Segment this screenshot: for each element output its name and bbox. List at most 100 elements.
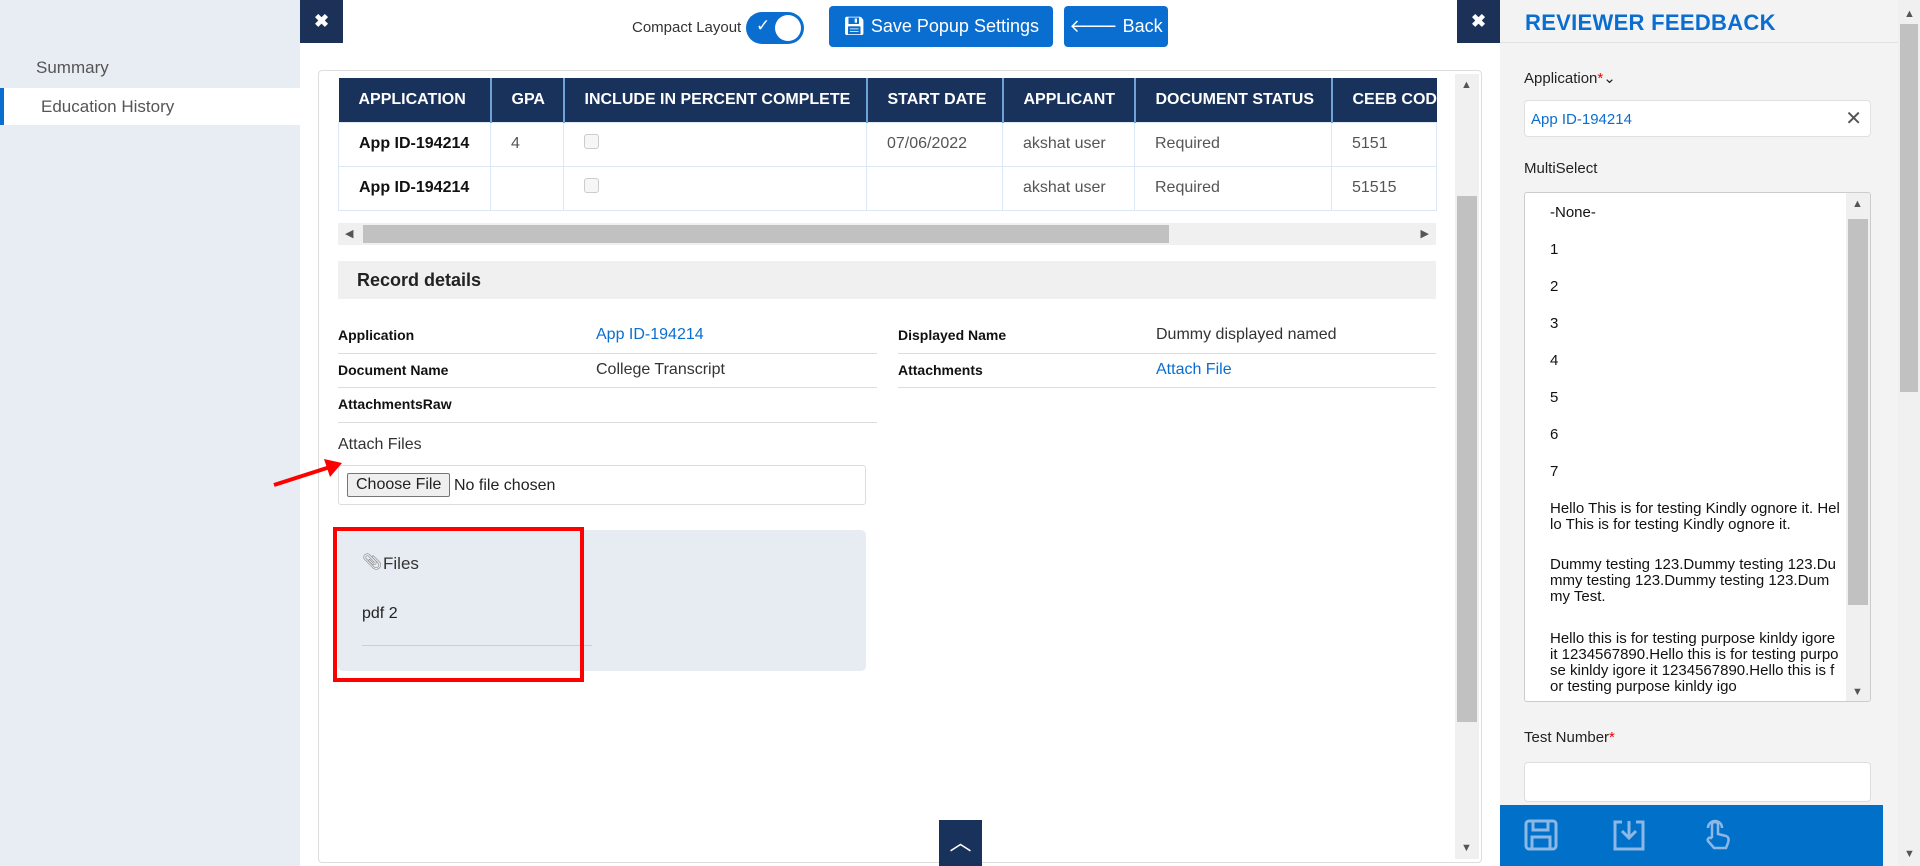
save-label: Save Popup Settings xyxy=(870,16,1039,36)
cell-status: Required xyxy=(1134,165,1332,211)
application-lookup-value: App ID-194214 xyxy=(1531,111,1632,128)
card-vertical-scrollbar[interactable]: ▲ ▼ xyxy=(1455,74,1479,859)
option[interactable]: Hello this is for testing purpose kinldy… xyxy=(1550,631,1840,695)
save-popup-settings-button[interactable]: 💾︎ Save Popup Settings xyxy=(829,6,1053,47)
option[interactable]: Hello This is for testing Kindly ognore … xyxy=(1550,501,1840,533)
panel-title: REVIEWER FEEDBACK xyxy=(1525,10,1776,35)
multiselect-label: MultiSelect xyxy=(1524,160,1598,177)
label-text: Test Number xyxy=(1524,729,1610,746)
document-name-label: Document Name xyxy=(338,362,449,378)
save-icon[interactable] xyxy=(1524,819,1558,851)
cell-gpa: 4 xyxy=(490,121,564,167)
test-number-label: Test Number* xyxy=(1524,729,1615,746)
close-right-button[interactable]: ✖ xyxy=(1457,0,1500,43)
choose-file-button[interactable]: Choose File xyxy=(347,473,451,497)
table-row[interactable]: App ID-194214 4 07/06/2022 akshat user R… xyxy=(338,121,1437,167)
option[interactable]: Dummy testing 123.Dummy testing 123.Dumm… xyxy=(1550,557,1840,605)
col-ceeb-code[interactable]: CEEB CODE xyxy=(1331,78,1437,122)
scroll-down-icon[interactable]: ▼ xyxy=(1852,686,1863,698)
col-application[interactable]: APPLICATION xyxy=(338,78,492,122)
displayed-name-label: Displayed Name xyxy=(898,327,1007,343)
scroll-left-icon[interactable]: ◀ xyxy=(345,227,353,240)
cell-application: App ID-194214 xyxy=(338,121,491,167)
scroll-thumb[interactable] xyxy=(1848,219,1868,605)
application-link[interactable]: App ID-194214 xyxy=(596,326,704,344)
cell-include xyxy=(563,165,867,211)
cell-applicant: akshat user xyxy=(1002,121,1135,167)
scroll-up-icon[interactable]: ▲ xyxy=(1852,198,1863,210)
attachments-label: Attachments xyxy=(898,362,983,378)
multiselect-list[interactable]: -None- 1 2 3 4 5 6 7 Hello This is for t… xyxy=(1524,192,1871,702)
displayed-name-value: Dummy displayed named xyxy=(1156,326,1337,343)
col-start-date[interactable]: START DATE xyxy=(866,78,1004,122)
cell-include xyxy=(563,121,867,167)
reviewer-feedback-panel: REVIEWER FEEDBACK Application*⌄ App ID-1… xyxy=(1500,0,1898,866)
table-row[interactable]: App ID-194214 akshat user Required 51515 xyxy=(338,165,1437,211)
col-document-status[interactable]: DOCUMENT STATUS xyxy=(1134,78,1333,122)
col-applicant[interactable]: APPLICANT xyxy=(1002,78,1136,122)
cell-ceeb: 51515 xyxy=(1331,165,1437,211)
label-text: Application xyxy=(1524,70,1598,87)
highlight-box-annotation xyxy=(333,527,584,682)
col-include[interactable]: INCLUDE IN PERCENT COMPLETE xyxy=(563,78,868,122)
sidebar-item-summary[interactable]: Summary xyxy=(0,49,300,86)
scroll-up-icon[interactable]: ▲ xyxy=(1461,79,1472,91)
attach-file-link[interactable]: Attach File xyxy=(1156,361,1232,379)
option[interactable]: 2 xyxy=(1550,279,1850,295)
chevron-down-icon: ⌄ xyxy=(1603,70,1616,87)
no-file-text: No file chosen xyxy=(454,477,556,494)
compact-layout-label: Compact Layout xyxy=(632,19,742,36)
test-number-input[interactable] xyxy=(1524,762,1871,802)
scroll-down-icon[interactable]: ▼ xyxy=(1461,842,1472,854)
scroll-thumb[interactable] xyxy=(363,225,1169,243)
scroll-up-icon[interactable]: ▲ xyxy=(1904,8,1915,20)
scroll-thumb[interactable] xyxy=(1457,196,1477,722)
attach-files-label: Attach Files xyxy=(338,436,422,453)
col-gpa[interactable]: GPA xyxy=(490,78,565,122)
cell-start-date xyxy=(866,165,1003,211)
red-arrow-annotation xyxy=(273,459,342,487)
cell-gpa xyxy=(490,165,564,211)
option[interactable]: 7 xyxy=(1550,464,1850,480)
sidebar: Summary Education History xyxy=(0,0,300,866)
scroll-thumb[interactable] xyxy=(1900,24,1918,392)
option[interactable]: 4 xyxy=(1550,353,1850,369)
application-field-label[interactable]: Application*⌄ xyxy=(1524,69,1616,87)
close-left-button[interactable]: ✖ xyxy=(300,0,343,43)
application-lookup[interactable]: App ID-194214 ✕ xyxy=(1524,100,1871,137)
application-label: Application xyxy=(338,327,415,343)
sidebar-item-education-history[interactable]: Education History xyxy=(0,88,300,125)
option[interactable]: 5 xyxy=(1550,390,1850,406)
save-icon: 💾︎ xyxy=(843,16,871,36)
scroll-to-top-button[interactable]: ︿ xyxy=(939,820,982,866)
panel-footer xyxy=(1500,805,1883,866)
download-icon[interactable] xyxy=(1612,819,1646,851)
file-input[interactable]: Choose File No file chosen xyxy=(338,465,866,505)
arrow-left-icon: 🡐 xyxy=(1069,16,1123,36)
table-horizontal-scrollbar[interactable]: ◀ ▶ xyxy=(338,223,1436,245)
option[interactable]: 6 xyxy=(1550,427,1850,443)
cell-ceeb: 5151 xyxy=(1331,121,1437,167)
chevron-up-icon: ︿ xyxy=(949,830,972,855)
required-marker: * xyxy=(1609,729,1615,746)
check-icon: ✓ xyxy=(756,16,771,35)
hand-pointer-icon[interactable] xyxy=(1700,819,1734,851)
include-checkbox[interactable] xyxy=(584,134,599,149)
multiselect-scrollbar[interactable]: ▲ ▼ xyxy=(1846,193,1870,701)
option[interactable]: -None- xyxy=(1550,205,1850,221)
back-label: Back xyxy=(1122,16,1163,36)
attachments-raw-label: AttachmentsRaw xyxy=(338,396,452,412)
option[interactable]: 3 xyxy=(1550,316,1850,332)
scroll-right-icon[interactable]: ▶ xyxy=(1421,227,1429,240)
page-scrollbar[interactable]: ▲ ▼ xyxy=(1898,0,1920,866)
scroll-down-icon[interactable]: ▼ xyxy=(1904,848,1915,860)
record-details-header: Record details xyxy=(338,261,1436,299)
education-table: APPLICATION GPA INCLUDE IN PERCENT COMPL… xyxy=(338,78,1437,211)
include-checkbox[interactable] xyxy=(584,178,599,193)
option[interactable]: 1 xyxy=(1550,242,1850,258)
clear-icon[interactable]: ✕ xyxy=(1845,106,1862,131)
cell-start-date: 07/06/2022 xyxy=(866,121,1003,167)
compact-layout-toggle[interactable]: ✓ xyxy=(746,12,804,44)
document-name-value: College Transcript xyxy=(596,361,725,378)
back-button[interactable]: 🡐 Back xyxy=(1064,6,1168,47)
